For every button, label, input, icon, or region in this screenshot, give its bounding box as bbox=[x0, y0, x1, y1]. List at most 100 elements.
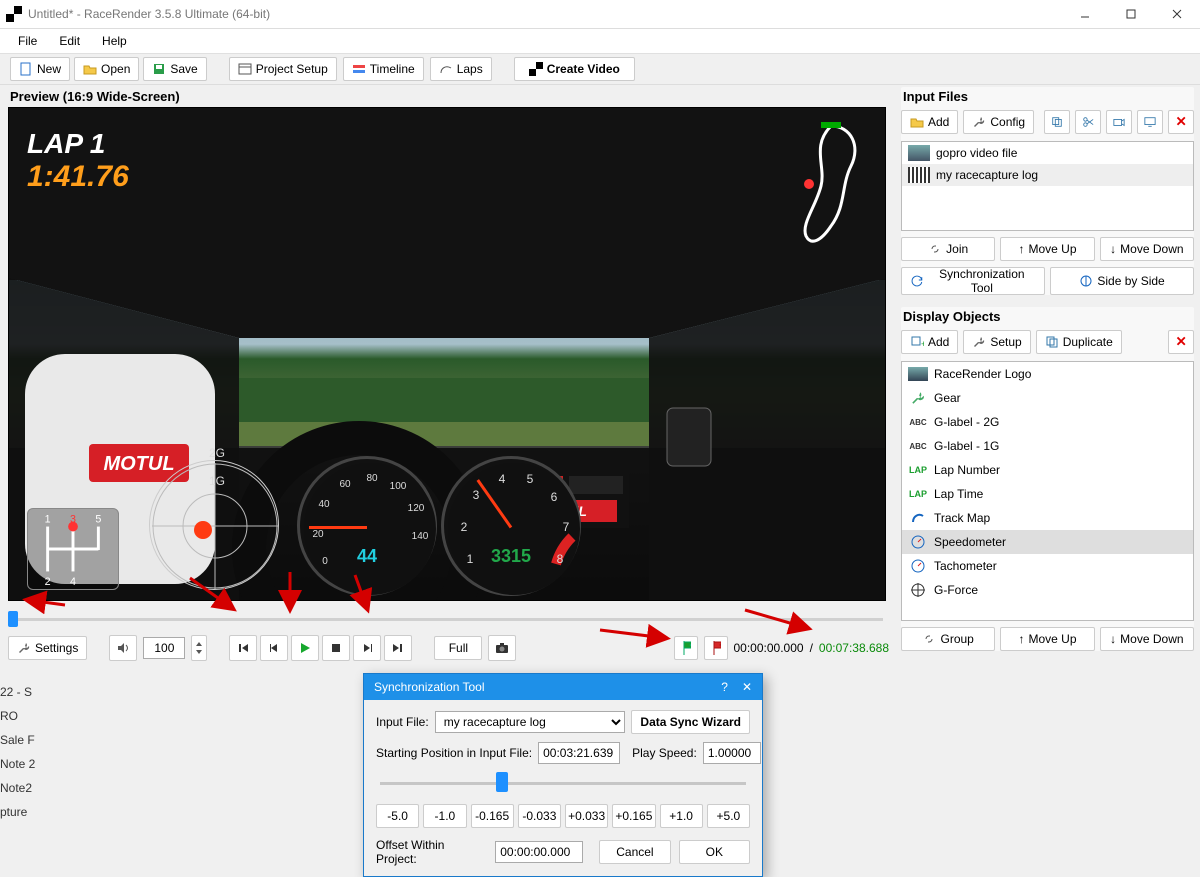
delete-input-button[interactable]: ✕ bbox=[1168, 110, 1194, 134]
svg-text:2: 2 bbox=[461, 520, 468, 534]
play-speed-input[interactable] bbox=[703, 742, 761, 764]
input-file-item[interactable]: my racecapture log bbox=[902, 164, 1193, 186]
add-object-button[interactable]: +Add bbox=[901, 330, 958, 354]
delete-object-button[interactable]: ✕ bbox=[1168, 330, 1194, 354]
sync-slider-thumb[interactable] bbox=[496, 772, 508, 792]
input-tool-camera[interactable] bbox=[1106, 110, 1132, 134]
sync-tool-button[interactable]: Synchronization Tool bbox=[901, 267, 1045, 295]
flag-in-button[interactable] bbox=[674, 636, 698, 660]
display-objects-list[interactable]: RaceRender LogoGearABCG-label - 2GABCG-l… bbox=[901, 361, 1194, 621]
input-move-up-button[interactable]: ↑ Move Up bbox=[1000, 237, 1094, 261]
sync-icon bbox=[910, 274, 924, 288]
sync-slider[interactable] bbox=[376, 772, 750, 796]
nudge-button[interactable]: +0.033 bbox=[565, 804, 608, 828]
duplicate-object-button[interactable]: Duplicate bbox=[1036, 330, 1122, 354]
sync-dialog-title: Synchronization Tool bbox=[374, 680, 485, 694]
monitor-icon bbox=[1144, 115, 1156, 129]
abc-icon: ABC bbox=[908, 414, 928, 430]
skip-back-button[interactable] bbox=[229, 635, 257, 661]
window-title: Untitled* - RaceRender 3.5.8 Ultimate (6… bbox=[28, 7, 270, 21]
svg-text:+: + bbox=[921, 339, 924, 349]
new-button[interactable]: New bbox=[10, 57, 70, 81]
svg-text:5: 5 bbox=[95, 514, 101, 526]
join-button[interactable]: Join bbox=[901, 237, 995, 261]
display-object-item[interactable]: ABCG-label - 1G bbox=[902, 434, 1193, 458]
input-tool-scissors[interactable] bbox=[1075, 110, 1101, 134]
config-input-button[interactable]: Config bbox=[963, 110, 1034, 134]
start-pos-input[interactable] bbox=[538, 742, 620, 764]
group-button[interactable]: Group bbox=[901, 627, 995, 651]
display-object-item[interactable]: Tachometer bbox=[902, 554, 1193, 578]
preview-canvas[interactable]: MOTUL MOTUL LAP 1 1 bbox=[8, 107, 886, 601]
step-fwd-button[interactable] bbox=[353, 635, 381, 661]
input-tool-monitor[interactable] bbox=[1137, 110, 1163, 134]
snapshot-button[interactable] bbox=[488, 635, 516, 661]
project-setup-button[interactable]: Project Setup bbox=[229, 57, 337, 81]
display-object-item[interactable]: Speedometer bbox=[902, 530, 1193, 554]
maximize-button[interactable] bbox=[1108, 0, 1154, 29]
input-move-down-button[interactable]: ↓ Move Down bbox=[1100, 237, 1194, 261]
dialog-close-icon[interactable]: ✕ bbox=[742, 680, 752, 694]
logo-icon bbox=[908, 366, 928, 382]
skip-fwd-button[interactable] bbox=[384, 635, 412, 661]
obj-move-down-button[interactable]: ↓ Move Down bbox=[1100, 627, 1194, 651]
display-object-item[interactable]: Track Map bbox=[902, 506, 1193, 530]
menu-help[interactable]: Help bbox=[94, 31, 135, 51]
display-object-item[interactable]: Gear bbox=[902, 386, 1193, 410]
save-button[interactable]: Save bbox=[143, 57, 206, 81]
ok-button[interactable]: OK bbox=[679, 840, 750, 864]
nudge-button[interactable]: -0.165 bbox=[471, 804, 514, 828]
volume-input[interactable] bbox=[143, 637, 185, 659]
full-button[interactable]: Full bbox=[434, 636, 482, 660]
menu-edit[interactable]: Edit bbox=[51, 31, 88, 51]
stop-button[interactable] bbox=[322, 635, 350, 661]
nudge-button[interactable]: -5.0 bbox=[376, 804, 419, 828]
transport-bar: Settings Full 00:00:00.000 / bbox=[8, 635, 889, 661]
laps-button[interactable]: Laps bbox=[430, 57, 492, 81]
wrench-icon bbox=[972, 335, 986, 349]
sync-dialog-titlebar[interactable]: Synchronization Tool ? ✕ bbox=[364, 674, 762, 700]
offset-input[interactable] bbox=[495, 841, 583, 863]
nudge-button[interactable]: -1.0 bbox=[423, 804, 466, 828]
tachometer-gauge: 1 2 3 4 5 6 7 8 3315 bbox=[441, 456, 581, 596]
volume-stepper[interactable] bbox=[191, 635, 207, 661]
nudge-button[interactable]: +5.0 bbox=[707, 804, 750, 828]
open-button[interactable]: Open bbox=[74, 57, 139, 81]
svg-text:60: 60 bbox=[339, 479, 351, 490]
sync-dialog: Synchronization Tool ? ✕ Input File: my … bbox=[363, 673, 763, 877]
nudge-button[interactable]: +0.165 bbox=[612, 804, 655, 828]
nudge-button[interactable]: -0.033 bbox=[518, 804, 561, 828]
camera-icon bbox=[495, 641, 509, 655]
input-tool-1[interactable] bbox=[1044, 110, 1070, 134]
abc-icon: ABC bbox=[908, 438, 928, 454]
setup-object-button[interactable]: Setup bbox=[963, 330, 1030, 354]
create-video-button[interactable]: Create Video bbox=[514, 57, 635, 81]
close-button[interactable] bbox=[1154, 0, 1200, 29]
input-file-select[interactable]: my racecapture log bbox=[435, 711, 626, 733]
timeline-button[interactable]: Timeline bbox=[343, 57, 424, 81]
menu-file[interactable]: File bbox=[10, 31, 45, 51]
data-sync-wizard-button[interactable]: Data Sync Wizard bbox=[631, 710, 750, 734]
add-input-button[interactable]: Add bbox=[901, 110, 958, 134]
nudge-button[interactable]: +1.0 bbox=[660, 804, 703, 828]
side-by-side-button[interactable]: Side by Side bbox=[1050, 267, 1194, 295]
g1-label: 1G bbox=[209, 474, 225, 488]
settings-button[interactable]: Settings bbox=[8, 636, 87, 660]
timeline-scrubber[interactable] bbox=[8, 609, 889, 629]
minimize-button[interactable] bbox=[1062, 0, 1108, 29]
display-object-item[interactable]: ABCG-label - 2G bbox=[902, 410, 1193, 434]
mute-button[interactable] bbox=[109, 635, 137, 661]
scrubber-thumb[interactable] bbox=[8, 611, 18, 627]
step-back-button[interactable] bbox=[260, 635, 288, 661]
display-object-item[interactable]: G-Force bbox=[902, 578, 1193, 602]
play-button[interactable] bbox=[291, 635, 319, 661]
cancel-button[interactable]: Cancel bbox=[599, 840, 670, 864]
help-icon[interactable]: ? bbox=[721, 680, 728, 694]
display-object-item[interactable]: LAPLap Number bbox=[902, 458, 1193, 482]
flag-out-button[interactable] bbox=[704, 636, 728, 660]
display-object-item[interactable]: LAPLap Time bbox=[902, 482, 1193, 506]
display-object-item[interactable]: RaceRender Logo bbox=[902, 362, 1193, 386]
input-file-item[interactable]: gopro video file bbox=[902, 142, 1193, 164]
obj-move-up-button[interactable]: ↑ Move Up bbox=[1000, 627, 1094, 651]
input-files-list[interactable]: gopro video file my racecapture log bbox=[901, 141, 1194, 231]
